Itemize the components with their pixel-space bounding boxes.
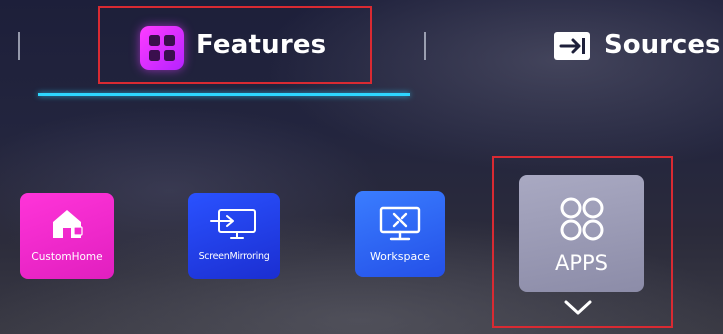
right-divider <box>424 32 426 60</box>
tab-features[interactable]: Features <box>98 6 372 84</box>
tile-label: CustomHome <box>31 251 103 263</box>
tab-sources[interactable]: Sources <box>548 24 723 68</box>
features-grid-icon <box>140 26 184 70</box>
active-tab-indicator <box>38 93 410 96</box>
workspace-monitor-icon <box>378 205 422 243</box>
tile-label: ScreenMirroring <box>198 251 270 262</box>
tile-label: Workspace <box>369 250 431 263</box>
tile-label: APPS <box>554 251 609 275</box>
home-icon <box>50 207 84 241</box>
apps-circles-icon <box>558 195 606 243</box>
tile-apps[interactable]: APPS <box>519 175 644 292</box>
source-input-icon <box>552 30 592 62</box>
tile-screen-mirroring[interactable]: ScreenMirroring <box>188 193 280 279</box>
screen-mirroring-icon <box>209 207 259 241</box>
tab-features-label: Features <box>196 30 327 60</box>
left-divider <box>18 32 20 60</box>
tile-workspace[interactable]: Workspace <box>355 191 445 277</box>
tab-sources-label: Sources <box>604 30 721 60</box>
tile-custom-home[interactable]: CustomHome <box>20 193 114 279</box>
top-navigation-bar: Features Sources <box>0 0 723 100</box>
chevron-down-icon[interactable] <box>562 298 594 318</box>
